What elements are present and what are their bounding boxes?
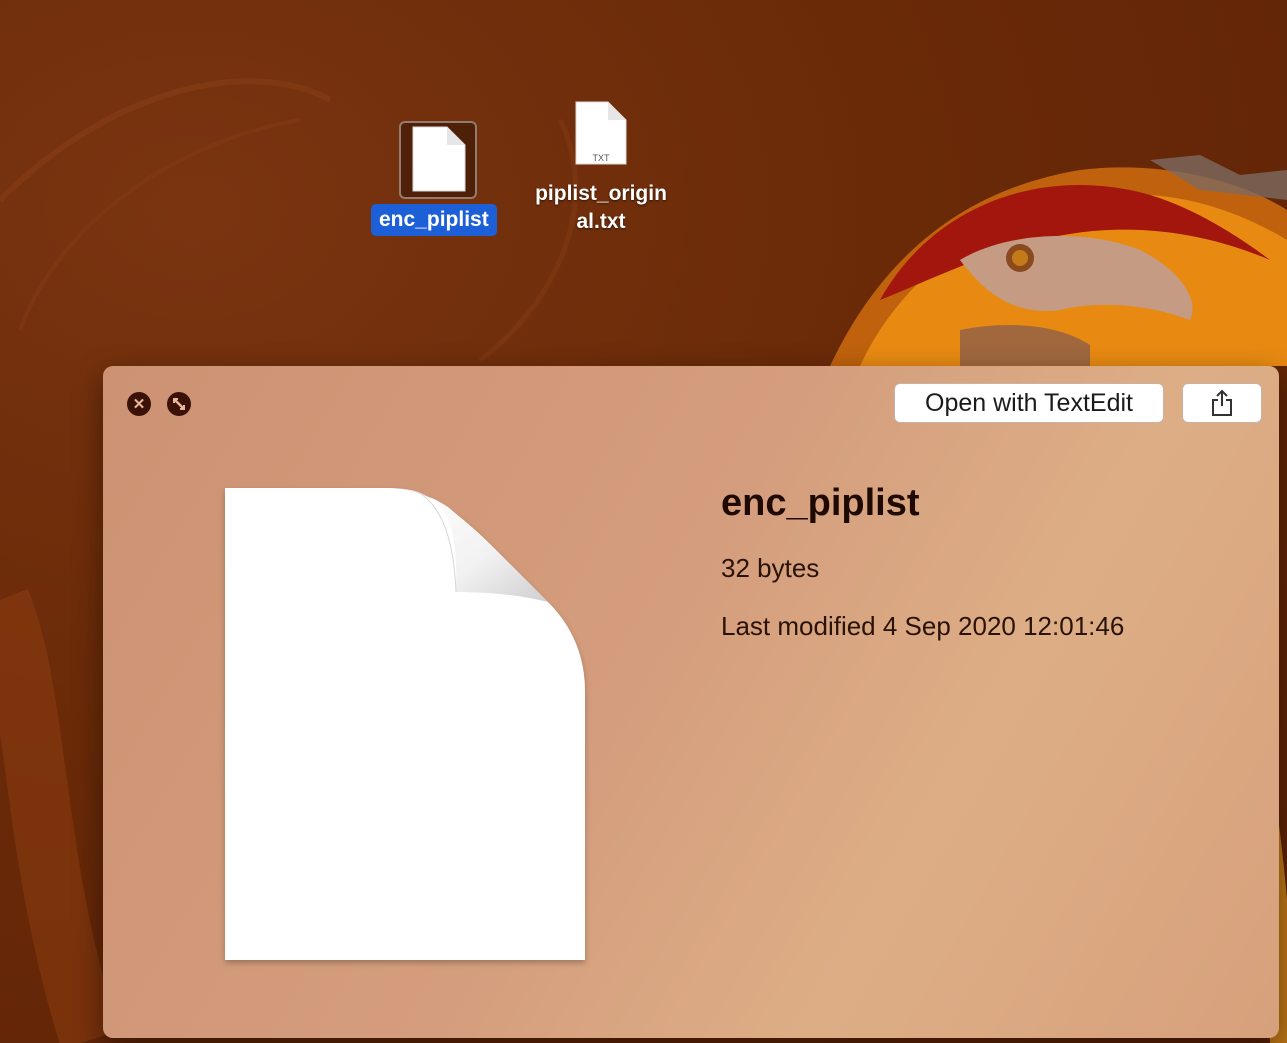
last-modified: Last modified 4 Sep 2020 12:01:46 [721, 611, 1125, 641]
desktop-file-label-enc-piplist[interactable]: enc_piplist [371, 204, 497, 236]
share-button[interactable] [1182, 383, 1262, 423]
label-line-1: piplist_origin [535, 182, 667, 205]
label-line-2: al.txt [576, 210, 626, 233]
txt-badge: TXT [592, 153, 610, 163]
open-with-textedit-button[interactable]: Open with TextEdit [894, 383, 1164, 423]
file-preview-icon [225, 488, 585, 960]
file-name-title: enc_piplist [721, 482, 920, 524]
desktop-file-label-piplist-original[interactable]: piplist_origin al.txt [526, 180, 676, 236]
document-icon[interactable] [411, 125, 467, 193]
close-icon[interactable]: ✕ [127, 392, 151, 416]
fullscreen-icon[interactable] [167, 392, 191, 416]
share-icon [1212, 389, 1232, 416]
file-size: 32 bytes [721, 553, 820, 583]
